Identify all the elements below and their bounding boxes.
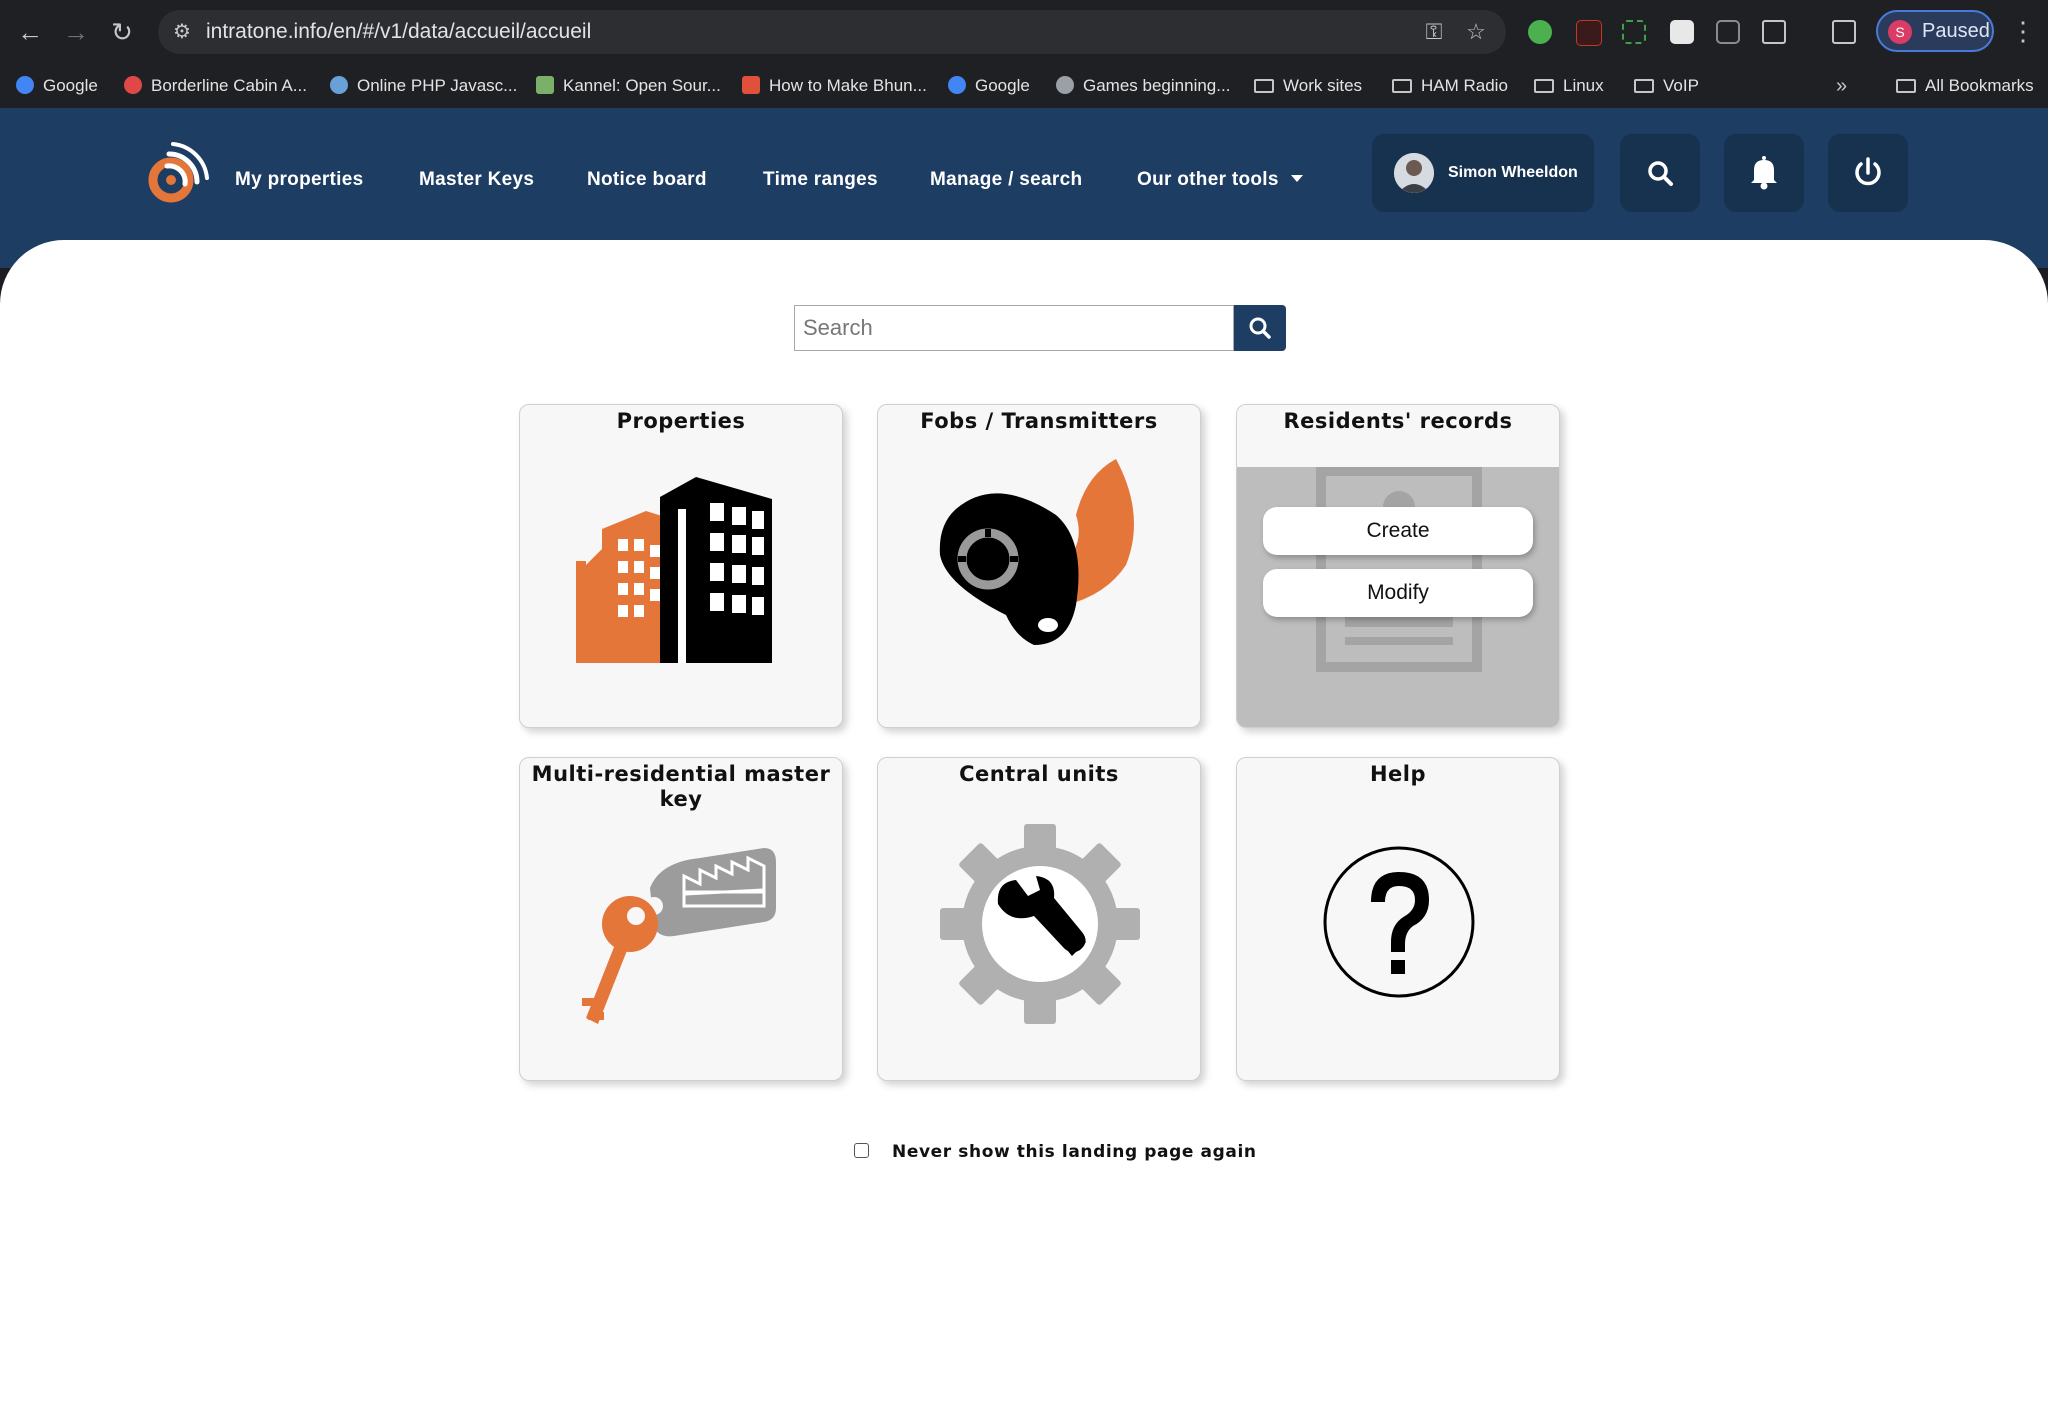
- tile-title: Residents' records: [1283, 409, 1513, 433]
- bookmark-item[interactable]: Kannel: Open Sour...: [536, 64, 721, 108]
- residents-overlay: Create Modify: [1237, 466, 1559, 727]
- profile-status: Paused: [1922, 20, 1990, 42]
- tile-title: Fobs / Transmitters: [920, 409, 1158, 433]
- logout-button[interactable]: [1828, 134, 1908, 212]
- intratone-logo-icon[interactable]: [145, 142, 209, 206]
- bell-icon: [1751, 156, 1777, 190]
- nav-manage-search[interactable]: Manage / search: [930, 158, 1082, 202]
- folder-icon: [1896, 79, 1916, 93]
- bookmark-folder[interactable]: Work sites: [1254, 64, 1362, 108]
- search-icon: [1648, 161, 1673, 186]
- extension-br-icon[interactable]: [1670, 20, 1694, 44]
- search-bar: [794, 305, 1286, 351]
- modify-button[interactable]: Modify: [1263, 569, 1533, 617]
- recipe-icon: [742, 76, 760, 94]
- extension-screenshot-icon[interactable]: [1622, 20, 1646, 44]
- search-input[interactable]: [794, 305, 1234, 351]
- bookmark-folder[interactable]: VoIP: [1634, 64, 1699, 108]
- user-menu-button[interactable]: Simon Wheeldon: [1372, 134, 1594, 212]
- globe-icon: [330, 76, 348, 94]
- kannel-icon: [536, 76, 554, 94]
- extensions-puzzle-icon[interactable]: [1762, 20, 1786, 44]
- gear-wrench-icon: [940, 824, 1140, 1024]
- header-search-button[interactable]: [1620, 134, 1700, 212]
- caret-down-icon: [1290, 175, 1303, 182]
- tile-title: Properties: [616, 409, 746, 433]
- bookmark-folder[interactable]: HAM Radio: [1392, 64, 1508, 108]
- folder-icon: [1392, 79, 1412, 93]
- user-photo-icon: [1394, 153, 1434, 193]
- avatar: [1394, 153, 1434, 193]
- search-icon: [1249, 317, 1271, 339]
- tile-properties[interactable]: Properties: [519, 404, 843, 728]
- globe-icon: [1056, 76, 1074, 94]
- nav-notice-board[interactable]: Notice board: [587, 158, 707, 202]
- profile-avatar: S: [1888, 20, 1912, 44]
- side-panel-icon[interactable]: [1832, 20, 1856, 44]
- bookmarks-bar: Google Borderline Cabin A... Online PHP …: [0, 64, 2048, 109]
- tile-fobs-transmitters[interactable]: Fobs / Transmitters: [877, 404, 1201, 728]
- user-name: Simon Wheeldon: [1448, 164, 1578, 181]
- profile-button[interactable]: S Paused: [1876, 10, 1994, 52]
- bookmark-item[interactable]: Google: [16, 64, 98, 108]
- nav-our-other-tools[interactable]: Our other tools: [1137, 158, 1303, 202]
- create-button[interactable]: Create: [1263, 507, 1533, 555]
- tile-residents-records: Residents' records Create Modify: [1236, 404, 1560, 728]
- bookmark-folder[interactable]: Linux: [1534, 64, 1604, 108]
- folder-icon: [1254, 79, 1274, 93]
- notifications-button[interactable]: [1724, 134, 1804, 212]
- browser-menu-icon[interactable]: ⋮: [2010, 16, 2036, 47]
- power-icon: [1855, 157, 1881, 186]
- k-icon: [124, 76, 142, 94]
- google-icon: [16, 76, 34, 94]
- bookmark-item[interactable]: How to Make Bhun...: [742, 64, 927, 108]
- landing-content: Properties Fobs / Transmitters: [0, 240, 2048, 1422]
- tile-help[interactable]: Help: [1236, 757, 1560, 1081]
- key-fob-icon: [939, 459, 1134, 645]
- all-bookmarks-folder[interactable]: All Bookmarks: [1896, 64, 2034, 108]
- bookmark-item[interactable]: Google: [948, 64, 1030, 108]
- never-show-label[interactable]: Never show this landing page again: [892, 1138, 1257, 1166]
- bookmark-item[interactable]: Online PHP Javasc...: [330, 64, 517, 108]
- back-arrow-icon[interactable]: ←: [14, 16, 46, 48]
- address-bar[interactable]: ⚙ intratone.info/en/#/v1/data/accueil/ac…: [158, 10, 1506, 54]
- never-show-checkbox[interactable]: [854, 1143, 869, 1158]
- tile-title: Help: [1369, 762, 1427, 786]
- bookmark-item[interactable]: Games beginning...: [1056, 64, 1230, 108]
- more-bookmarks-chevron-icon[interactable]: »: [1836, 64, 1847, 108]
- master-key-icon: [582, 848, 776, 1024]
- url-text[interactable]: intratone.info/en/#/v1/data/accueil/accu…: [206, 10, 591, 54]
- password-key-icon[interactable]: ⚿: [1420, 18, 1448, 46]
- bookmark-star-icon[interactable]: ☆: [1462, 18, 1490, 46]
- search-submit-button[interactable]: [1234, 305, 1286, 351]
- tile-title: Central units: [959, 762, 1119, 786]
- nav-time-ranges[interactable]: Time ranges: [763, 158, 878, 202]
- buildings-icon: [576, 477, 772, 663]
- folder-icon: [1634, 79, 1654, 93]
- bookmark-item[interactable]: Borderline Cabin A...: [124, 64, 307, 108]
- nav-my-properties[interactable]: My properties: [235, 158, 364, 202]
- google-icon: [948, 76, 966, 94]
- question-mark-icon: [1323, 846, 1475, 998]
- nav-master-keys[interactable]: Master Keys: [419, 158, 534, 202]
- folder-icon: [1534, 79, 1554, 93]
- tile-title: Multi-residential master key: [531, 762, 831, 811]
- extension-red-icon[interactable]: [1576, 20, 1602, 46]
- site-settings-icon[interactable]: ⚙: [168, 18, 196, 46]
- tile-master-key[interactable]: Multi-residential master key: [519, 757, 843, 1081]
- tile-central-units[interactable]: Central units: [877, 757, 1201, 1081]
- reload-icon[interactable]: ↻: [106, 16, 138, 48]
- extension-green-icon[interactable]: [1528, 20, 1552, 44]
- forward-arrow-icon[interactable]: →: [60, 16, 92, 48]
- browser-toolbar: ← → ↻ ⚙ intratone.info/en/#/v1/data/accu…: [0, 0, 2048, 64]
- extension-docs-icon[interactable]: [1716, 20, 1740, 44]
